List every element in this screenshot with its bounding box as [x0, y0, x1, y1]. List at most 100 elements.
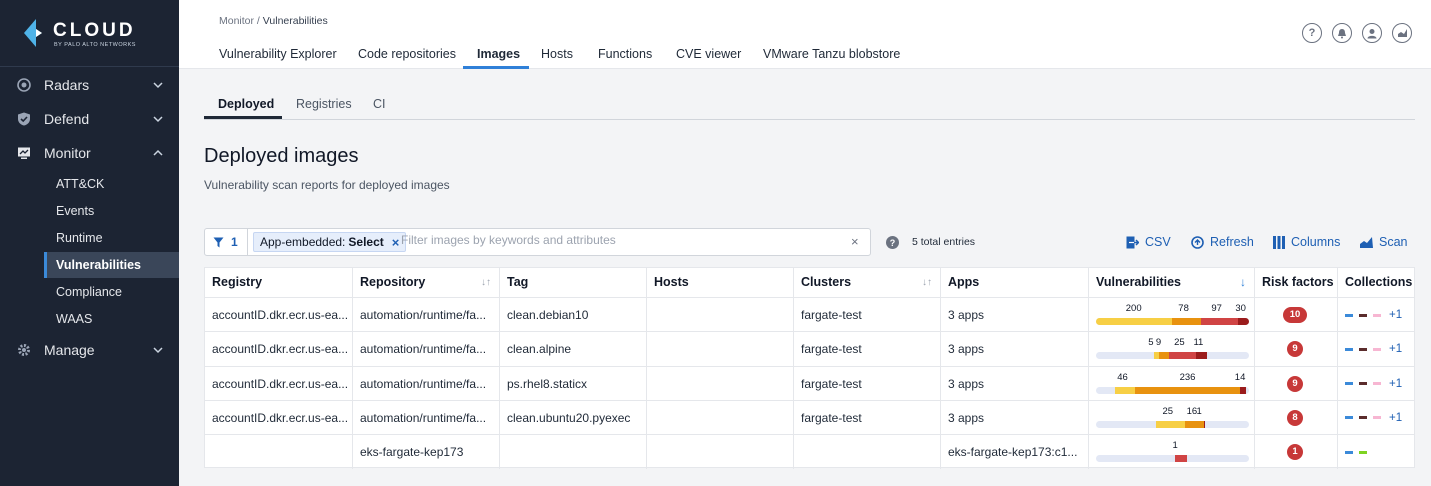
cell-clusters: fargate-test [794, 400, 941, 435]
vuln-segment-high [1201, 318, 1238, 325]
scan-button[interactable]: Scan [1360, 235, 1408, 249]
risk-factor-badge[interactable]: 8 [1287, 409, 1303, 426]
user-icon[interactable] [1362, 23, 1382, 43]
bell-icon[interactable] [1332, 23, 1352, 43]
col-header-repository[interactable]: Repository ↓↑ [353, 268, 500, 297]
filter-search-input[interactable] [401, 233, 841, 247]
help-icon[interactable]: ? [1302, 23, 1322, 43]
subtab-registries[interactable]: Registries [296, 97, 352, 111]
chevron-down-icon [153, 347, 163, 354]
tab-vulnerability-explorer[interactable]: Vulnerability Explorer [219, 47, 337, 61]
filter-chip-app-embedded[interactable]: App-embedded: Select × [253, 232, 407, 252]
sidebar-subitem-vulnerabilities[interactable]: Vulnerabilities [44, 252, 179, 278]
tab-vmware-tanzu-blobstore[interactable]: VMware Tanzu blobstore [763, 47, 900, 61]
cell-hosts [647, 298, 794, 332]
cell-repository: automation/runtime/fa... [353, 298, 500, 332]
vuln-count-high: 97 [1211, 303, 1222, 314]
tab-functions[interactable]: Functions [598, 47, 652, 61]
table-row[interactable]: accountID.dkr.ecr.us-ea... automation/run… [205, 331, 1414, 367]
collections-indicator[interactable]: +1 [1345, 401, 1402, 435]
refresh-icon [1191, 235, 1204, 249]
sidebar-item-monitor[interactable]: Monitor [0, 138, 179, 168]
cell-registry: accountID.dkr.ecr.us-ea... [205, 298, 353, 332]
collections-indicator[interactable] [1345, 435, 1373, 469]
cell-repository: automation/runtime/fa... [353, 400, 500, 435]
active-tab-indicator [463, 66, 529, 69]
vulnerability-bar[interactable]: 5 9 25 11 [1096, 332, 1249, 366]
help-icon[interactable]: ? [886, 236, 899, 249]
refresh-button[interactable]: Refresh [1191, 235, 1254, 249]
sidebar-subitem-attck[interactable]: ATT&CK [44, 171, 179, 197]
cell-tag: clean.debian10 [500, 298, 647, 332]
col-header-hosts[interactable]: Hosts [647, 268, 794, 297]
col-header-collections[interactable]: Collections [1338, 268, 1414, 297]
breadcrumb-root[interactable]: Monitor / [219, 15, 260, 27]
collections-indicator[interactable]: +1 [1345, 332, 1402, 366]
tab-images[interactable]: Images [477, 47, 520, 61]
collections-more-link[interactable]: +1 [1389, 378, 1402, 390]
table-row[interactable]: eks-fargate-kep173 eks-fargate-kep173:c1.… [205, 434, 1414, 470]
cell-repository: automation/runtime/fa... [353, 366, 500, 401]
col-header-risk-factors[interactable]: Risk factors [1255, 268, 1338, 297]
clear-filter-icon[interactable]: × [851, 234, 859, 249]
vuln-segment-critical [1203, 420, 1206, 428]
images-table: Registry Repository ↓↑ Tag Hosts Clusters… [204, 267, 1415, 470]
collection-color-swatch [1359, 416, 1367, 420]
vuln-segment-low [1096, 318, 1172, 325]
collections-more-link[interactable]: +1 [1389, 309, 1402, 321]
collection-color-swatch [1359, 347, 1367, 351]
collections-more-link[interactable]: +1 [1389, 343, 1402, 355]
tab-cve-viewer[interactable]: CVE viewer [676, 47, 741, 61]
cell-apps: 3 apps [941, 332, 1089, 367]
risk-factor-badge[interactable]: 10 [1283, 307, 1307, 323]
vuln-count-medium: 9 [1155, 337, 1162, 349]
brand-logo[interactable]: CLOUD BY PALO ALTO NETWORKS [22, 18, 162, 52]
col-header-vulnerabilities[interactable]: Vulnerabilities ↓ [1089, 268, 1255, 297]
sidebar-subitem-waas[interactable]: WAAS [44, 306, 179, 332]
filter-toggle-button[interactable]: 1 [205, 229, 248, 255]
col-header-tag[interactable]: Tag [500, 268, 647, 297]
sidebar-item-defend[interactable]: Defend [0, 104, 179, 134]
refresh-label: Refresh [1210, 235, 1254, 249]
vulnerability-bar[interactable]: 200 78 97 30 [1096, 298, 1249, 332]
cell-clusters: fargate-test [794, 298, 941, 332]
sidebar: CLOUD BY PALO ALTO NETWORKS Radars Defen… [0, 0, 179, 486]
columns-button[interactable]: Columns [1273, 235, 1340, 249]
tab-hosts[interactable]: Hosts [541, 47, 573, 61]
col-header-clusters[interactable]: Clusters ↓↑ [794, 268, 941, 297]
col-header-apps[interactable]: Apps [941, 268, 1089, 297]
sort-desc-icon: ↓ [1240, 275, 1246, 289]
sidebar-subitem-compliance[interactable]: Compliance [44, 279, 179, 305]
subtab-deployed[interactable]: Deployed [218, 97, 274, 111]
subtab-ci[interactable]: CI [373, 97, 386, 111]
collection-color-swatch [1345, 382, 1353, 386]
collections-indicator[interactable]: +1 [1345, 298, 1402, 332]
vulnerability-bar[interactable]: 46 236 14 [1096, 367, 1249, 401]
filter-count: 1 [231, 235, 238, 249]
vuln-segment-low [1115, 386, 1136, 394]
vuln-count-critical: 11 [1193, 337, 1204, 349]
sidebar-item-manage[interactable]: Manage [0, 335, 179, 365]
csv-button[interactable]: CSV [1126, 235, 1171, 249]
risk-factor-badge[interactable]: 9 [1287, 375, 1303, 392]
collections-indicator[interactable]: +1 [1345, 367, 1402, 401]
cell-apps: 3 apps [941, 400, 1089, 435]
chip-key: App-embedded: [260, 235, 346, 249]
table-row[interactable]: accountID.dkr.ecr.us-ea... automation/run… [205, 365, 1414, 401]
tab-code-repositories[interactable]: Code repositories [358, 47, 456, 61]
collections-more-link[interactable]: +1 [1389, 412, 1402, 424]
sidebar-subitem-events[interactable]: Events [44, 198, 179, 224]
sidebar-item-radars[interactable]: Radars [0, 70, 179, 100]
vuln-count-medium: 16 [1186, 405, 1198, 417]
vuln-count-critical: 14 [1234, 371, 1246, 383]
vuln-count-low: 5 [1148, 337, 1154, 349]
table-row[interactable]: accountID.dkr.ecr.us-ea... automation/run… [205, 297, 1414, 332]
stats-icon[interactable] [1392, 23, 1412, 43]
chip-remove-icon[interactable]: × [392, 235, 400, 250]
vulnerability-bar[interactable]: 1 [1096, 435, 1249, 469]
columns-label: Columns [1291, 235, 1341, 249]
vulnerability-bar[interactable]: 25 16 1 [1096, 401, 1249, 435]
col-header-registry[interactable]: Registry [205, 268, 353, 297]
sidebar-subitem-runtime[interactable]: Runtime [44, 225, 179, 251]
table-row[interactable]: accountID.dkr.ecr.us-ea... automation/run… [205, 399, 1414, 435]
